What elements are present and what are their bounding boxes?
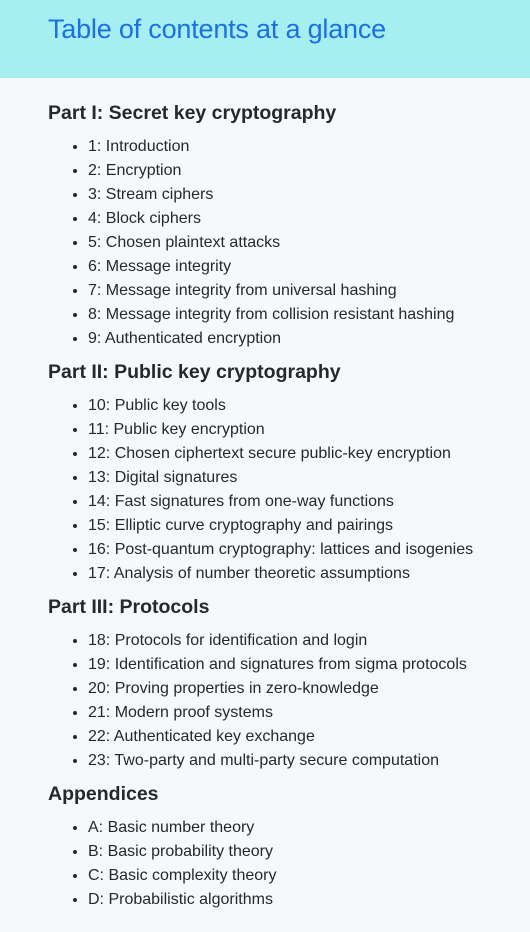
part-title: Part III: Protocols — [48, 596, 210, 618]
toc-content: Part I: Secret key cryptography 1: Intro… — [0, 78, 530, 912]
chapter-list: A: Basic number theory B: Basic probabil… — [48, 816, 530, 912]
chapter-item: 7: Message integrity from universal hash… — [88, 279, 530, 303]
chapter-item: A: Basic number theory — [88, 816, 530, 840]
chapter-item: 3: Stream ciphers — [88, 183, 530, 207]
chapter-list: 18: Protocols for identification and log… — [48, 629, 530, 773]
chapter-list: 10: Public key tools 11: Public key encr… — [48, 394, 530, 586]
chapter-item: 12: Chosen ciphertext secure public-key … — [88, 442, 530, 466]
chapter-item: 20: Proving properties in zero-knowledge — [88, 677, 530, 701]
appendices: Appendices A: Basic number theory B: Bas… — [48, 781, 530, 912]
chapter-list: 1: Introduction 2: Encryption 3: Stream … — [48, 135, 530, 351]
chapter-item: 6: Message integrity — [88, 255, 530, 279]
chapter-item: 18: Protocols for identification and log… — [88, 629, 530, 653]
part-title: Appendices — [48, 783, 159, 805]
chapter-item: 17: Analysis of number theoretic assumpt… — [88, 562, 530, 586]
part-2: Part II: Public key cryptography 10: Pub… — [48, 359, 530, 586]
chapter-item: C: Basic complexity theory — [88, 864, 530, 888]
chapter-item: 8: Message integrity from collision resi… — [88, 303, 530, 327]
part-title: Part II: Public key cryptography — [48, 361, 341, 383]
chapter-item: 21: Modern proof systems — [88, 701, 530, 725]
part-1: Part I: Secret key cryptography 1: Intro… — [48, 100, 530, 351]
chapter-item: D: Probabilistic algorithms — [88, 888, 530, 912]
part-title: Part I: Secret key cryptography — [48, 102, 337, 124]
chapter-item: 14: Fast signatures from one-way functio… — [88, 490, 530, 514]
chapter-item: 11: Public key encryption — [88, 418, 530, 442]
chapter-item: B: Basic probability theory — [88, 840, 530, 864]
chapter-item: 22: Authenticated key exchange — [88, 725, 530, 749]
chapter-item: 13: Digital signatures — [88, 466, 530, 490]
chapter-item: 2: Encryption — [88, 159, 530, 183]
chapter-item: 5: Chosen plaintext attacks — [88, 231, 530, 255]
chapter-item: 16: Post-quantum cryptography: lattices … — [88, 538, 530, 562]
chapter-item: 19: Identification and signatures from s… — [88, 653, 530, 677]
part-3: Part III: Protocols 18: Protocols for id… — [48, 594, 530, 773]
page-title: Table of contents at a glance — [48, 14, 386, 44]
chapter-item: 10: Public key tools — [88, 394, 530, 418]
chapter-item: 4: Block ciphers — [88, 207, 530, 231]
chapter-item: 23: Two-party and multi-party secure com… — [88, 749, 530, 773]
chapter-item: 15: Elliptic curve cryptography and pair… — [88, 514, 530, 538]
chapter-item: 9: Authenticated encryption — [88, 327, 530, 351]
page-header: Table of contents at a glance — [0, 0, 530, 78]
chapter-item: 1: Introduction — [88, 135, 530, 159]
